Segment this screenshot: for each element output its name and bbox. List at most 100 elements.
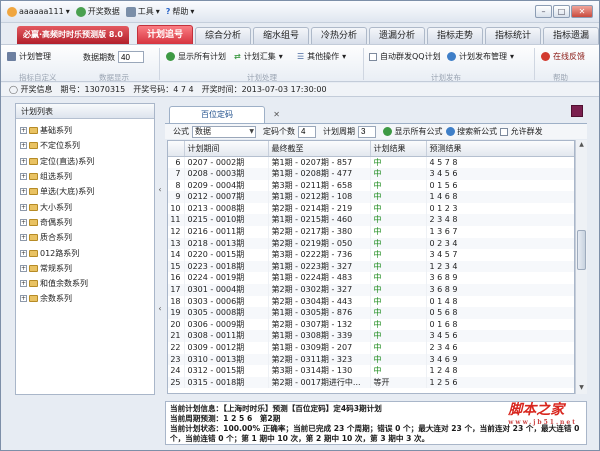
allow-send-label: 允许群发	[510, 127, 543, 136]
plan-publish-button[interactable]: 计划发布管理 ▾	[447, 51, 514, 62]
tab-index-missing[interactable]: 指标遗漏	[543, 27, 599, 44]
maximize-panel-icon[interactable]	[571, 105, 583, 117]
table-row[interactable]: 6 0207 - 0002期 第1期 - 0207期 - 857 中 4 5 7 8	[168, 156, 574, 169]
sidebar-item[interactable]: + 大小系列	[20, 199, 154, 214]
auto-qq-toggle[interactable]: 自动群发QQ计划	[369, 51, 441, 62]
minimize-icon[interactable]: –	[535, 5, 552, 18]
group-label-plan: 计划处理	[247, 73, 277, 82]
count-input[interactable]	[298, 125, 316, 138]
cycle-input[interactable]	[358, 125, 376, 138]
open-data-button[interactable]: 开奖数据	[75, 6, 120, 17]
doc-tab[interactable]: 百位定码 ✕	[169, 106, 280, 123]
sidebar-item[interactable]: + 质合系列	[20, 230, 154, 245]
plan-period: 0209 - 0004期	[184, 179, 269, 192]
table-row[interactable]: 20 0306 - 0009期 第2期 - 0307期 - 132 中 0 1 6 8	[168, 318, 574, 331]
column-header[interactable]	[168, 141, 185, 157]
column-header[interactable]: 计划结果	[370, 141, 427, 157]
expand-icon[interactable]: +	[20, 157, 27, 165]
periods-input[interactable]	[118, 51, 144, 63]
plan-combine-button[interactable]: ⇄ 计划汇集 ▾	[234, 51, 283, 62]
chevron-left-icon[interactable]: ‹	[158, 304, 161, 313]
table-row[interactable]: 14 0220 - 0015期 第3期 - 0222期 - 736 中 3 4 5 7	[168, 249, 574, 261]
plan-result: 中	[370, 330, 427, 342]
column-header[interactable]: 最终截至	[268, 141, 371, 157]
sidebar-item[interactable]: + 余数系列	[20, 291, 154, 306]
table-row[interactable]: 10 0213 - 0008期 第2期 - 0214期 - 219 中 0 1 2 3	[168, 202, 574, 215]
auto-qq-checkbox[interactable]	[369, 52, 377, 61]
table-row[interactable]: 17 0301 - 0004期 第2期 - 0302期 - 327 中 3 6 8 9	[168, 284, 574, 296]
allow-send-toggle[interactable]: 允许群发	[500, 126, 543, 137]
folder-icon	[29, 142, 38, 150]
tab-hotcold[interactable]: 冷热分析	[311, 27, 367, 44]
scroll-up-icon[interactable]: ▲	[577, 141, 586, 150]
sidebar-item[interactable]: + 单选(大底)系列	[20, 184, 154, 199]
panel-splitter[interactable]: ‹ ‹	[155, 103, 165, 395]
column-header[interactable]: 计划期间	[184, 141, 269, 157]
tab-trend[interactable]: 指标走势	[427, 27, 483, 44]
expand-icon[interactable]: +	[20, 234, 27, 242]
table-row[interactable]: 24 0312 - 0015期 第3期 - 0314期 - 130 中 1 2 4 8	[168, 365, 574, 377]
table-header: 计划期间 最终截至 计划结果 预测结果	[168, 141, 574, 157]
other-ops-button[interactable]: ☰ 其他操作 ▾	[297, 51, 346, 62]
tab-stats[interactable]: 指标统计	[485, 27, 541, 44]
expand-icon[interactable]: +	[20, 173, 27, 181]
sidebar-item[interactable]: + 定位(直选)系列	[20, 154, 154, 169]
tab-plan[interactable]: 计划追号	[137, 25, 193, 44]
expand-icon[interactable]: +	[20, 127, 27, 135]
close-icon[interactable]: ✕	[571, 5, 593, 18]
table-row[interactable]: 16 0224 - 0019期 第1期 - 0224期 - 483 中 3 6 8 9	[168, 272, 574, 285]
table-row[interactable]: 8 0209 - 0004期 第3期 - 0211期 - 658 中 0 1 5 6	[168, 179, 574, 192]
table-scrollbar[interactable]: ▲ ▼	[575, 140, 587, 394]
table-row[interactable]: 12 0216 - 0011期 第2期 - 0217期 - 380 中 1 3 6 7	[168, 226, 574, 238]
column-header[interactable]: 预测结果	[426, 141, 574, 157]
allow-send-checkbox[interactable]	[500, 127, 509, 136]
online-feedback-button[interactable]: 在线反馈	[541, 51, 585, 62]
table-row[interactable]: 21 0308 - 0011期 第1期 - 0308期 - 339 中 3 4 5 6	[168, 330, 574, 342]
search-formula-button[interactable]: 搜索新公式	[445, 126, 497, 137]
scroll-thumb[interactable]	[577, 230, 586, 270]
plan-manage-button[interactable]: 计划管理	[7, 51, 51, 62]
show-all-formulas-button[interactable]: 显示所有公式	[383, 126, 443, 137]
sidebar-item[interactable]: +012路系列	[20, 245, 154, 260]
expand-icon[interactable]: +	[20, 218, 27, 226]
expand-icon[interactable]: +	[20, 280, 27, 288]
sidebar-item[interactable]: + 常规系列	[20, 261, 154, 276]
tab-overall[interactable]: 综合分析	[195, 27, 251, 44]
table-row[interactable]: 7 0208 - 0003期 第1期 - 0208期 - 477 中 3 4 5 6	[168, 168, 574, 180]
maximize-icon[interactable]: □	[553, 5, 570, 18]
sidebar-item[interactable]: + 和值余数系列	[20, 276, 154, 291]
sidebar-item[interactable]: + 奇偶系列	[20, 215, 154, 230]
table-row[interactable]: 15 0223 - 0018期 第1期 - 0223期 - 327 中 1 2 3 4	[168, 260, 574, 273]
sidebar-item[interactable]: + 基础系列	[20, 123, 154, 138]
watermark-sub: www.jb51.net	[508, 419, 577, 426]
formula-select[interactable]: 数据	[192, 125, 256, 138]
table-row[interactable]: 13 0218 - 0013期 第2期 - 0219期 - 050 中 0 2 3 4	[168, 237, 574, 250]
expand-icon[interactable]: +	[20, 264, 27, 272]
expand-icon[interactable]: +	[20, 188, 27, 196]
expand-icon[interactable]: +	[20, 295, 27, 303]
sidebar-item[interactable]: + 不定位系列	[20, 138, 154, 153]
scroll-down-icon[interactable]: ▼	[577, 384, 586, 393]
table-row[interactable]: 9 0212 - 0007期 第1期 - 0212期 - 108 中 1 4 6 8	[168, 191, 574, 203]
row-index: 23	[168, 353, 185, 366]
table-row[interactable]: 22 0309 - 0012期 第1期 - 0309期 - 207 中 2 3 4 6	[168, 342, 574, 354]
tab-shrink[interactable]: 缩水组号	[253, 27, 309, 44]
table-row[interactable]: 23 0310 - 0013期 第2期 - 0311期 - 323 中 3 4 6 9	[168, 353, 574, 366]
expand-icon[interactable]: +	[20, 203, 27, 211]
tab-missing[interactable]: 遗漏分析	[369, 27, 425, 44]
expand-icon[interactable]: +	[20, 142, 27, 150]
chevron-down-icon: ▾	[65, 7, 70, 16]
user-menu[interactable]: aaaaaa111 ▾	[7, 6, 70, 17]
sidebar-item[interactable]: + 组选系列	[20, 169, 154, 184]
table-row[interactable]: 19 0305 - 0008期 第1期 - 0305期 - 876 中 0 5 6 8	[168, 307, 574, 319]
show-all-plans-button[interactable]: 显示所有计划	[166, 51, 226, 62]
expand-icon[interactable]: +	[20, 249, 27, 257]
table-row[interactable]: 18 0303 - 0006期 第2期 - 0304期 - 443 中 0 1 4 8	[168, 295, 574, 308]
help-menu[interactable]: ? 帮助 ▾	[166, 6, 195, 17]
chevron-left-icon[interactable]: ‹	[158, 185, 161, 194]
tools-menu[interactable]: 工具 ▾	[125, 6, 160, 17]
table-row[interactable]: 25 0315 - 0018期 第2期 - 0017期进行中... 等开 1 2 5 6	[168, 376, 574, 389]
table-row[interactable]: 11 0215 - 0010期 第1期 - 0215期 - 460 中 2 3 4 8	[168, 214, 574, 227]
close-icon[interactable]: ✕	[273, 107, 280, 123]
final-cutoff: 第2期 - 0302期 - 327	[268, 284, 371, 296]
